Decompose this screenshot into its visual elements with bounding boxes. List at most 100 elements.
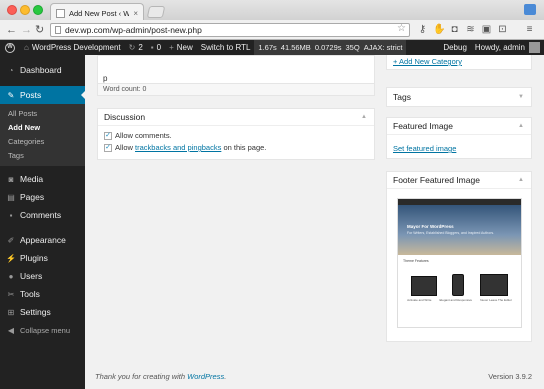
trackbacks-link[interactable]: trackbacks and pingbacks xyxy=(135,143,221,152)
tab-icon[interactable]: ⊡ xyxy=(497,24,508,35)
sidebar-item-pages[interactable]: ▤ Pages xyxy=(0,188,85,206)
allow-pings-row: ✓ Allow trackbacks and pingbacks on this… xyxy=(98,142,374,153)
back-arrow-icon[interactable]: ← xyxy=(6,23,17,37)
sidebar-item-media[interactable]: ◙ Media xyxy=(0,170,85,188)
tags-header[interactable]: Tags ▼ xyxy=(387,88,531,107)
comments-icon: ▪ xyxy=(9,210,13,220)
sidebar-item-label: Users xyxy=(20,271,43,281)
forward-arrow-icon[interactable]: → xyxy=(21,23,32,37)
allow-pings-prefix: Allow xyxy=(115,143,133,152)
wrench-icon: ✂ xyxy=(7,289,15,299)
reload-icon[interactable]: ↻ xyxy=(35,23,44,37)
allow-pings-suffix: on this page. xyxy=(223,143,267,152)
submenu-categories[interactable]: Categories xyxy=(0,135,85,149)
sidebar-item-tools[interactable]: ✂ Tools xyxy=(0,285,85,303)
thumbnail-body: Theme Features Activate and Write Elegan… xyxy=(398,255,521,306)
collapse-toggle-icon[interactable]: ▲ xyxy=(518,118,524,135)
thumbnail-title: Mayor For WordPress xyxy=(407,224,454,229)
settings-icon: ⊞ xyxy=(7,307,15,317)
paintbrush-icon: ✐ xyxy=(7,235,15,245)
new-tab-button[interactable] xyxy=(146,6,166,18)
rtl-label: Switch to RTL xyxy=(200,43,251,52)
sidebar-item-label: Tools xyxy=(20,289,40,299)
sidebar-item-comments[interactable]: ▪ Comments xyxy=(0,206,85,224)
sidebar-item-posts[interactable]: ✎ Posts xyxy=(0,86,85,104)
key-icon[interactable]: ⚷ xyxy=(417,24,428,35)
switch-rtl-link[interactable]: Switch to RTL xyxy=(197,40,255,55)
featured-image-header[interactable]: Featured Image ▲ xyxy=(387,118,531,135)
wp-logo-menu[interactable]: W xyxy=(0,40,20,55)
sidebar-item-settings[interactable]: ⊞ Settings xyxy=(0,303,85,321)
featured-image-title: Featured Image xyxy=(393,121,454,131)
updates-menu[interactable]: ↻ 2 xyxy=(125,40,147,55)
submenu-tags[interactable]: Tags xyxy=(0,149,85,163)
sidebar-item-plugins[interactable]: ⚡ Plugins xyxy=(0,249,85,267)
thumbnail-caption: Never Leave The Editor xyxy=(480,298,512,302)
browser-toolbar: ← → ↻ dev.wp.com/wp-admin/post-new.php ☆… xyxy=(0,20,544,40)
submenu-all-posts[interactable]: All Posts xyxy=(0,107,85,121)
debug-bar-menu[interactable]: Debug xyxy=(439,40,471,55)
url-text: dev.wp.com/wp-admin/post-new.php xyxy=(65,25,202,35)
wordpress-logo-icon: W xyxy=(5,42,15,53)
window-maximize-button[interactable] xyxy=(33,5,43,15)
wp-admin-bar: W ⌂ WordPress Development ↻ 2 ▪ 0 + New … xyxy=(0,40,544,55)
plug-icon: ⚡ xyxy=(6,253,16,263)
qm-time: 1.67s xyxy=(258,43,277,52)
query-monitor-menu[interactable]: 1.67s 41.56MB 0.0729s 35Q AJAX: strict xyxy=(254,40,407,55)
profile-icon[interactable] xyxy=(524,4,536,15)
browser-tab[interactable]: Add New Post ‹ WordPress × xyxy=(50,3,144,20)
sidebar-item-dashboard[interactable]: ◔ Dashboard xyxy=(0,61,85,79)
home-icon: ⌂ xyxy=(24,43,29,52)
laptop-device-image xyxy=(410,276,437,296)
avatar xyxy=(529,42,540,53)
comments-menu[interactable]: ▪ 0 xyxy=(147,40,165,55)
footer-thanks-suffix: . xyxy=(224,372,227,381)
comment-bubble-icon: ▪ xyxy=(150,43,154,52)
sidebar-item-label: Posts xyxy=(20,90,42,100)
hand-icon[interactable]: ✋ xyxy=(433,24,445,35)
site-name-menu[interactable]: ⌂ WordPress Development xyxy=(20,40,125,55)
desktop-device-image xyxy=(480,274,509,296)
sidebar-item-label: Media xyxy=(20,174,44,184)
featured-image-metabox: Featured Image ▲ Set featured image xyxy=(386,117,532,159)
submenu-add-new[interactable]: Add New xyxy=(0,121,85,135)
bookmark-star-icon[interactable]: ☆ xyxy=(397,23,406,35)
collapse-arrow-icon: ◀ xyxy=(7,325,15,335)
tags-metabox: Tags ▼ xyxy=(386,87,532,107)
post-editor[interactable]: p Word count: 0 xyxy=(97,55,375,96)
sidebar-item-users[interactable]: ● Users xyxy=(0,267,85,285)
thumbnail-features-heading: Theme Features xyxy=(403,259,429,263)
menu-icon[interactable]: ≡ xyxy=(524,24,535,35)
new-content-menu[interactable]: + New xyxy=(165,40,197,55)
thumbnail-caption: Activate and Write xyxy=(407,298,432,302)
media-icon: ◙ xyxy=(8,174,14,184)
discussion-header[interactable]: Discussion ▲ xyxy=(98,109,374,126)
plus-icon: + xyxy=(169,43,174,52)
clipboard-icon[interactable]: ▣ xyxy=(481,24,492,35)
allow-comments-checkbox[interactable]: ✓ xyxy=(104,131,112,140)
tab-close-icon[interactable]: × xyxy=(133,9,138,18)
main-content: p Word count: 0 Discussion ▲ ✓ Allow com… xyxy=(85,55,544,389)
buffer-icon[interactable]: ≋ xyxy=(465,24,476,35)
my-account-menu[interactable]: Howdy, admin xyxy=(471,40,544,55)
add-new-category-link[interactable]: + Add New Category xyxy=(393,57,462,66)
discussion-metabox: Discussion ▲ ✓ Allow comments. ✓ Allow t… xyxy=(97,108,375,160)
footer-featured-image-thumbnail[interactable]: Mayor For WordPress For Writers, Establi… xyxy=(397,198,522,328)
address-bar[interactable]: dev.wp.com/wp-admin/post-new.php ☆ xyxy=(50,23,410,37)
expand-toggle-icon[interactable]: ▼ xyxy=(518,88,524,107)
pocket-icon[interactable]: ◘ xyxy=(449,24,460,35)
window-minimize-button[interactable] xyxy=(20,5,30,15)
site-name: WordPress Development xyxy=(31,43,121,52)
sidebar-item-label: Pages xyxy=(20,192,45,202)
wordpress-link[interactable]: WordPress xyxy=(187,372,224,381)
collapse-toggle-icon[interactable]: ▲ xyxy=(361,109,367,126)
qm-ajax: AJAX: strict xyxy=(363,43,403,52)
collapse-menu-button[interactable]: ◀ Collapse menu xyxy=(0,321,85,339)
pushpin-icon: ✎ xyxy=(7,90,15,100)
set-featured-image-link[interactable]: Set featured image xyxy=(393,144,456,153)
collapse-toggle-icon[interactable]: ▲ xyxy=(518,172,524,189)
footer-featured-image-header[interactable]: Footer Featured Image ▲ xyxy=(387,172,531,189)
sidebar-item-appearance[interactable]: ✐ Appearance xyxy=(0,231,85,249)
allow-pings-checkbox[interactable]: ✓ xyxy=(104,143,112,152)
window-close-button[interactable] xyxy=(7,5,17,15)
